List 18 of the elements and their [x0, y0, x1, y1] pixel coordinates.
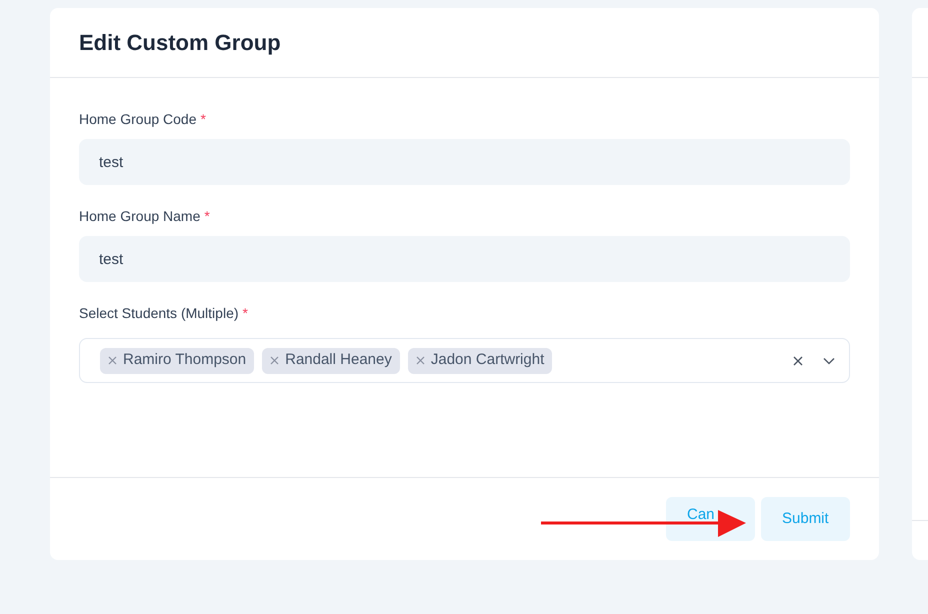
input-field[interactable]: test [79, 139, 850, 185]
chevron-down-icon[interactable] [823, 356, 835, 364]
required-asterisk: * [200, 110, 206, 129]
multi-select-field[interactable]: Ramiro Thompson Randall Heaney Jadon Cartwright [79, 338, 850, 383]
dialog-title: Edit Custom Group [79, 29, 281, 57]
input-field[interactable]: test [79, 236, 850, 282]
required-asterisk: * [204, 207, 210, 226]
field-label: Home Group Name [79, 207, 200, 226]
remove-icon[interactable] [108, 356, 117, 365]
remove-icon[interactable] [416, 356, 425, 365]
tag-label: Ramiro Thompson [123, 350, 246, 370]
remove-icon[interactable] [270, 356, 280, 365]
clear-icon[interactable] [793, 356, 803, 366]
tag-label: Randall Heaney [285, 350, 392, 370]
field-label: Select Students (Multiple) [79, 304, 239, 323]
tag-label: Jadon Cartwright [430, 350, 544, 370]
field-label: Home Group Code [79, 110, 197, 129]
required-asterisk: * [242, 304, 248, 323]
